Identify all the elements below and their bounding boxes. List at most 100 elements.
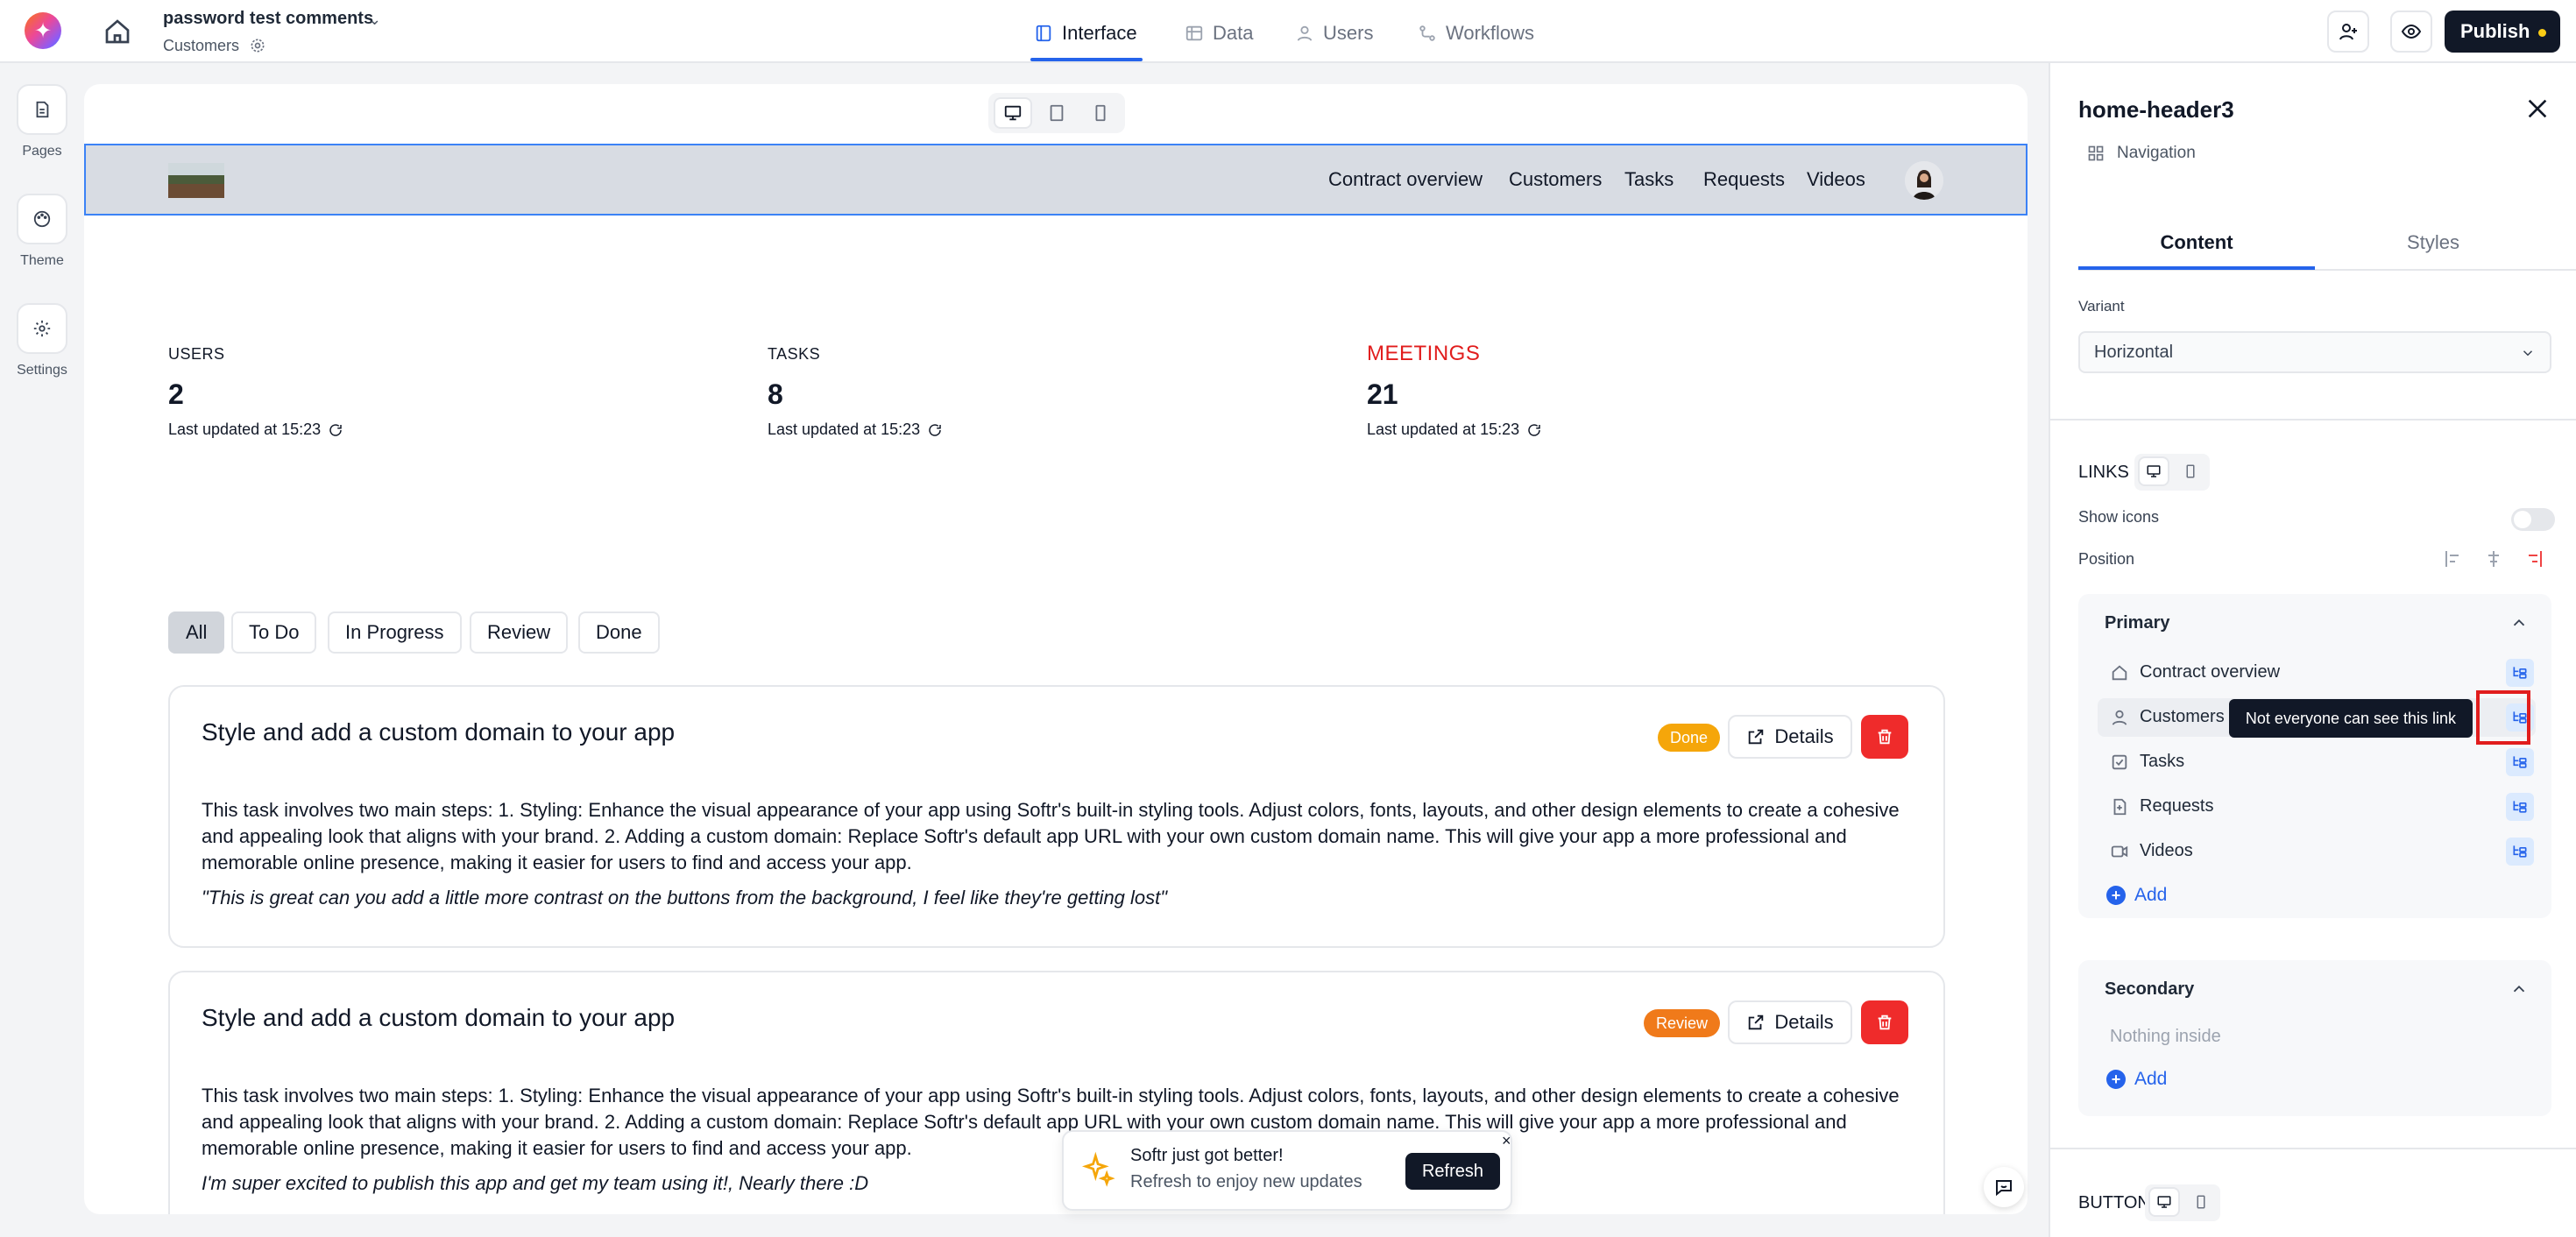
settings-gear-icon[interactable] [249, 37, 268, 56]
refresh-button[interactable]: Refresh [1405, 1153, 1500, 1190]
refresh-icon[interactable] [927, 422, 943, 438]
desktop-icon[interactable] [2138, 456, 2169, 486]
palette-icon[interactable] [17, 194, 67, 244]
variant-select[interactable]: Horizontal [2078, 331, 2551, 373]
rail-pages[interactable]: Pages [0, 84, 84, 159]
rail-theme[interactable]: Theme [0, 194, 84, 269]
gear-icon[interactable] [17, 303, 67, 354]
filter-done[interactable]: Done [578, 611, 660, 654]
links-device-toggle [2134, 454, 2210, 491]
chat-icon [1996, 1180, 2012, 1197]
active-tab-indicator [2078, 266, 2315, 270]
desktop-icon[interactable] [994, 97, 1032, 129]
site-logo[interactable] [168, 163, 224, 198]
nav-link-item[interactable]: Contract overview [2098, 654, 2536, 692]
document-icon [2113, 798, 2127, 816]
user-plus-icon [2339, 24, 2357, 40]
nav-link-label: Videos [2140, 841, 2193, 860]
tab-users-label: Users [1323, 22, 1374, 44]
eye-icon [2401, 24, 2422, 39]
nav-link-label: Requests [2140, 796, 2214, 816]
visibility-rules-icon[interactable] [2506, 838, 2534, 866]
trash-icon [1878, 729, 1892, 745]
visibility-rules-icon[interactable] [2506, 659, 2534, 687]
desktop-icon[interactable] [2148, 1187, 2180, 1217]
site-nav-requests[interactable]: Requests [1703, 168, 1785, 191]
tab-workflows[interactable]: Workflows [1418, 16, 1534, 51]
softr-logo-icon[interactable]: ✦ [25, 12, 61, 49]
rail-theme-label: Theme [20, 253, 64, 268]
details-button[interactable]: Details [1728, 715, 1852, 759]
toast-title: Softr just got better! [1130, 1146, 1284, 1165]
nav-link-label: Tasks [2140, 752, 2185, 771]
refresh-icon[interactable] [1526, 422, 1542, 438]
details-button[interactable]: Details [1728, 1000, 1852, 1044]
details-label: Details [1774, 725, 1834, 747]
section-divider [2050, 1148, 2576, 1149]
filter-in-progress[interactable]: In Progress [328, 611, 462, 654]
grid-icon [2088, 145, 2104, 161]
show-icons-toggle[interactable] [2511, 508, 2555, 531]
preview-button[interactable] [2390, 11, 2432, 53]
properties-panel: home-header3 Navigation Content Styles V… [2049, 63, 2576, 1237]
chat-support-button[interactable] [1984, 1167, 2024, 1207]
invite-user-button[interactable] [2327, 11, 2369, 53]
delete-button[interactable] [1861, 1000, 1908, 1044]
delete-button[interactable] [1861, 715, 1908, 759]
chevron-down-icon [2523, 350, 2533, 357]
site-nav-tasks[interactable]: Tasks [1624, 168, 1674, 191]
tab-users[interactable]: Users [1295, 16, 1373, 51]
user-icon [1297, 25, 1313, 41]
nav-link-item[interactable]: Tasks [2098, 743, 2536, 781]
publish-label: Publish [2460, 20, 2530, 42]
details-label: Details [1774, 1011, 1834, 1033]
task-card-title: Style and add a custom domain to your ap… [202, 718, 676, 746]
rail-settings[interactable]: Settings [0, 303, 84, 378]
tab-content[interactable]: Content [2078, 231, 2315, 254]
publish-button[interactable]: Publish [2445, 11, 2560, 53]
chevron-down-icon[interactable]: ⌄ [368, 11, 381, 29]
task-card: Style and add a custom domain to your ap… [168, 971, 1945, 1214]
site-header-block[interactable]: Contract overview Customers Tasks Reques… [84, 144, 2028, 216]
filter-review[interactable]: Review [470, 611, 569, 654]
nav-link-item[interactable]: Requests [2098, 788, 2536, 826]
close-icon[interactable]: × [1502, 1132, 1511, 1150]
close-icon[interactable] [2523, 95, 2551, 123]
add-primary-link-button[interactable]: + Add [2106, 885, 2167, 906]
tab-workflows-label: Workflows [1446, 22, 1535, 44]
nav-link-item[interactable]: Videos [2098, 832, 2536, 871]
align-center-icon[interactable] [2483, 548, 2508, 573]
mobile-icon[interactable] [1081, 97, 1120, 129]
plus-icon: + [2106, 1070, 2126, 1089]
primary-group-title: Primary [2105, 613, 2170, 633]
tab-interface[interactable]: Interface [1034, 16, 1137, 51]
site-nav-videos[interactable]: Videos [1807, 168, 1865, 191]
tablet-icon[interactable] [1037, 97, 1076, 129]
site-nav-customers[interactable]: Customers [1509, 168, 1602, 191]
chevron-up-icon[interactable] [2509, 613, 2530, 634]
add-secondary-link-button[interactable]: + Add [2106, 1069, 2167, 1090]
stat-meetings-value: 21 [1367, 378, 1398, 410]
tab-styles[interactable]: Styles [2315, 231, 2551, 254]
chevron-up-icon[interactable] [2509, 979, 2530, 1000]
project-title[interactable]: password test comments [163, 9, 373, 29]
filter-all[interactable]: All [168, 611, 225, 654]
site-nav-contract-overview[interactable]: Contract overview [1328, 168, 1483, 191]
avatar[interactable] [1905, 161, 1943, 200]
layout-icon [1036, 25, 1051, 42]
mobile-icon[interactable] [2175, 456, 2206, 486]
tab-data[interactable]: Data [1185, 16, 1253, 51]
external-link-icon [1749, 1014, 1764, 1030]
visibility-rules-icon[interactable] [2506, 748, 2534, 776]
filter-to-do[interactable]: To Do [231, 611, 317, 654]
mobile-icon[interactable] [2185, 1187, 2217, 1217]
tab-interface-label: Interface [1062, 22, 1137, 44]
home-icon[interactable] [102, 16, 133, 47]
position-label: Position [2078, 550, 2135, 568]
page-icon[interactable] [17, 84, 67, 135]
align-right-icon[interactable] [2523, 548, 2548, 573]
align-left-icon[interactable] [2443, 548, 2467, 573]
stat-users-value: 2 [168, 378, 184, 410]
visibility-rules-icon[interactable] [2506, 793, 2534, 821]
refresh-icon[interactable] [328, 422, 343, 438]
